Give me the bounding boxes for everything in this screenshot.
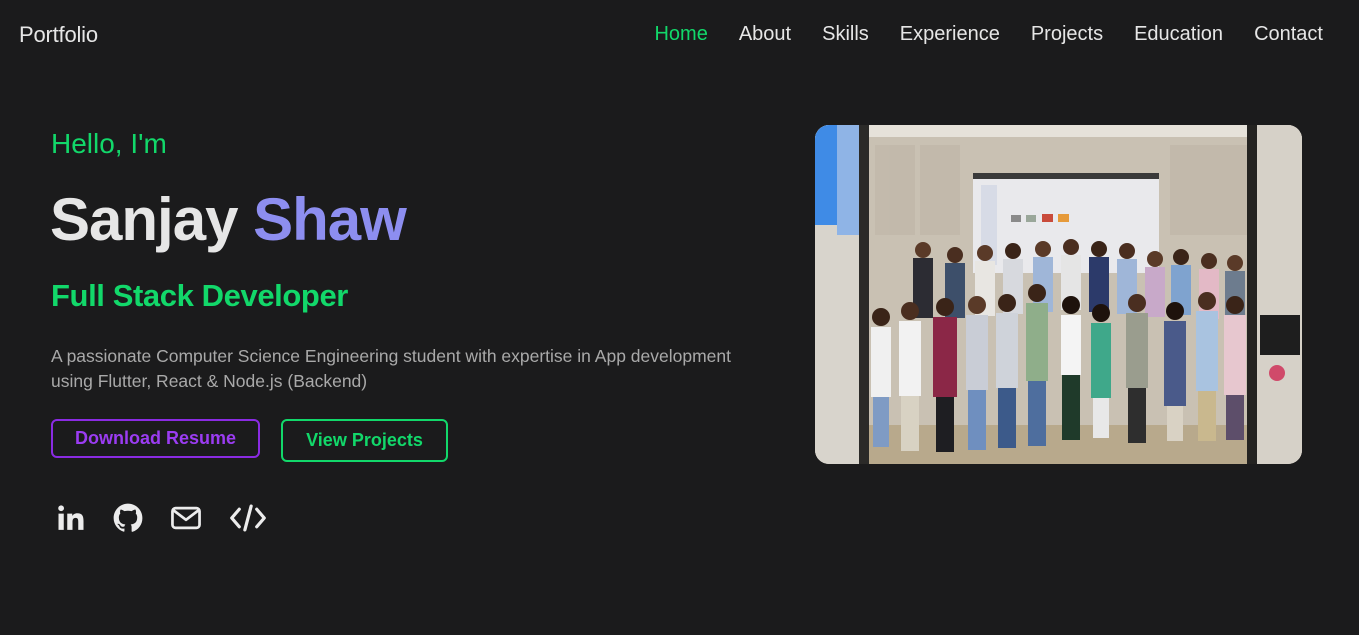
hero-name: Sanjay Shaw [50, 185, 407, 255]
linkedin-icon[interactable] [56, 503, 86, 533]
main-nav: Home About Skills Experience Projects Ed… [623, 21, 1323, 47]
view-projects-button[interactable]: View Projects [281, 419, 448, 462]
github-icon[interactable] [113, 503, 143, 533]
social-links [56, 503, 294, 533]
hero-description: A passionate Computer Science Engineerin… [51, 346, 732, 391]
hero-first-name: Sanjay [50, 186, 238, 253]
nav-contact[interactable]: Contact [1254, 21, 1323, 47]
mail-icon[interactable] [170, 503, 202, 533]
portfolio-page: Portfolio Home About Skills Experience P… [0, 0, 1359, 635]
nav-skills[interactable]: Skills [822, 21, 869, 47]
hero-greeting: Hello, I'm [51, 128, 167, 159]
download-resume-button[interactable]: Download Resume [51, 419, 260, 458]
nav-experience[interactable]: Experience [900, 21, 1000, 47]
hero-role: Full Stack Developer [51, 278, 348, 313]
code-icon[interactable] [229, 503, 267, 533]
nav-home[interactable]: Home [654, 21, 707, 47]
nav-projects[interactable]: Projects [1031, 21, 1103, 47]
brand-logo[interactable]: Portfolio [19, 22, 98, 48]
nav-education[interactable]: Education [1134, 21, 1223, 47]
hero-photo [815, 125, 1302, 464]
hero-last-name: Shaw [253, 186, 407, 253]
nav-about[interactable]: About [739, 21, 791, 47]
